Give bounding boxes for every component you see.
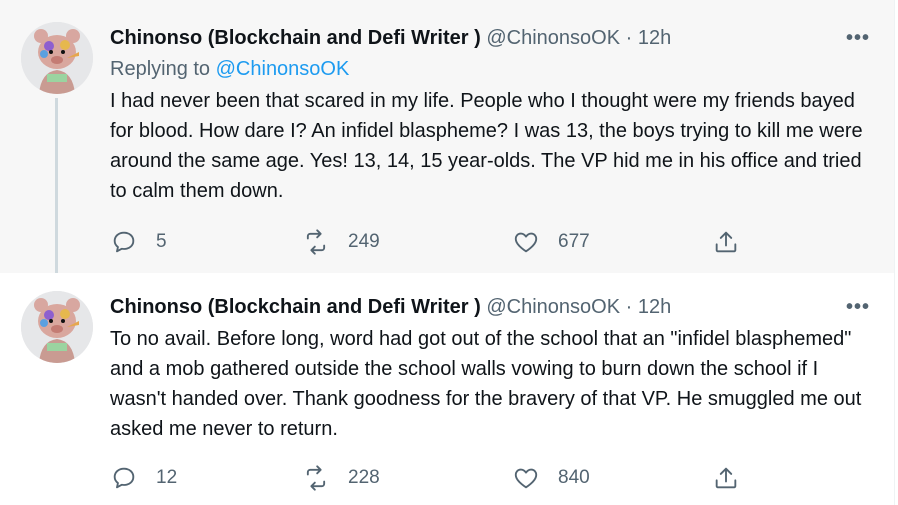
tweet-actions: 5 249 677: [110, 228, 740, 256]
heart-icon: [514, 232, 538, 253]
reply-bubble-icon: [113, 467, 135, 489]
reply-bubble-icon: [113, 231, 135, 253]
author-handle[interactable]: @ChinonsoOK: [486, 296, 620, 318]
author-handle[interactable]: @ChinonsoOK: [486, 27, 620, 49]
author-name[interactable]: Chinonso (Blockchain and Defi Writer ): [110, 27, 481, 49]
retweet-count: 228: [348, 467, 380, 488]
like-button[interactable]: 677: [512, 228, 712, 256]
separator-dot: ·: [625, 27, 633, 49]
reply-count: 12: [156, 467, 178, 488]
reply-button[interactable]: 5: [110, 228, 302, 256]
bear-avatar-icon: [21, 22, 93, 94]
replying-to: Replying to @ChinonsoOK: [110, 55, 874, 83]
share-upload-icon: [715, 231, 737, 253]
replying-prefix: Replying to: [110, 58, 211, 80]
share-button[interactable]: [712, 228, 740, 256]
tweet-actions: 12 228 840: [110, 464, 740, 492]
retweet-button[interactable]: 249: [302, 228, 512, 256]
retweet-count: 249: [348, 231, 380, 252]
separator-dot: ·: [625, 296, 633, 318]
avatar[interactable]: [21, 22, 93, 94]
retweet-icon: [306, 229, 326, 255]
author-name[interactable]: Chinonso (Blockchain and Defi Writer ): [110, 296, 481, 318]
share-upload-icon: [715, 467, 737, 489]
tweet-header: Chinonso (Blockchain and Defi Writer ) @…: [110, 293, 874, 321]
thread-connector-line: [55, 98, 58, 288]
tweet-content: Chinonso (Blockchain and Defi Writer ) @…: [110, 24, 874, 206]
retweet-button[interactable]: 228: [302, 464, 512, 492]
tweet-1[interactable]: Chinonso (Blockchain and Defi Writer ) @…: [0, 0, 894, 288]
heart-icon: [514, 468, 538, 489]
reply-button[interactable]: 12: [110, 464, 302, 492]
retweet-icon: [306, 465, 326, 491]
reply-count: 5: [156, 231, 167, 252]
timeline-border: [894, 0, 898, 505]
tweet-text: I had never been that scared in my life.…: [110, 90, 863, 202]
like-button[interactable]: 840: [512, 464, 712, 492]
avatar[interactable]: [21, 291, 93, 363]
replying-to-mention[interactable]: @ChinonsoOK: [216, 58, 350, 80]
tweet-header: Chinonso (Blockchain and Defi Writer ) @…: [110, 24, 874, 52]
bear-avatar-icon: [21, 291, 93, 363]
like-count: 677: [558, 231, 590, 252]
more-dots-icon[interactable]: •••: [846, 297, 870, 317]
share-button[interactable]: [712, 464, 740, 492]
tweet-content: Chinonso (Blockchain and Defi Writer ) @…: [110, 293, 874, 444]
tweet-text: To no avail. Before long, word had got o…: [110, 328, 862, 440]
tweet-time[interactable]: 12h: [638, 27, 671, 49]
tweet-2[interactable]: Chinonso (Blockchain and Defi Writer ) @…: [0, 273, 894, 505]
like-count: 840: [558, 467, 590, 488]
tweet-time[interactable]: 12h: [638, 296, 671, 318]
more-dots-icon[interactable]: •••: [846, 28, 870, 48]
